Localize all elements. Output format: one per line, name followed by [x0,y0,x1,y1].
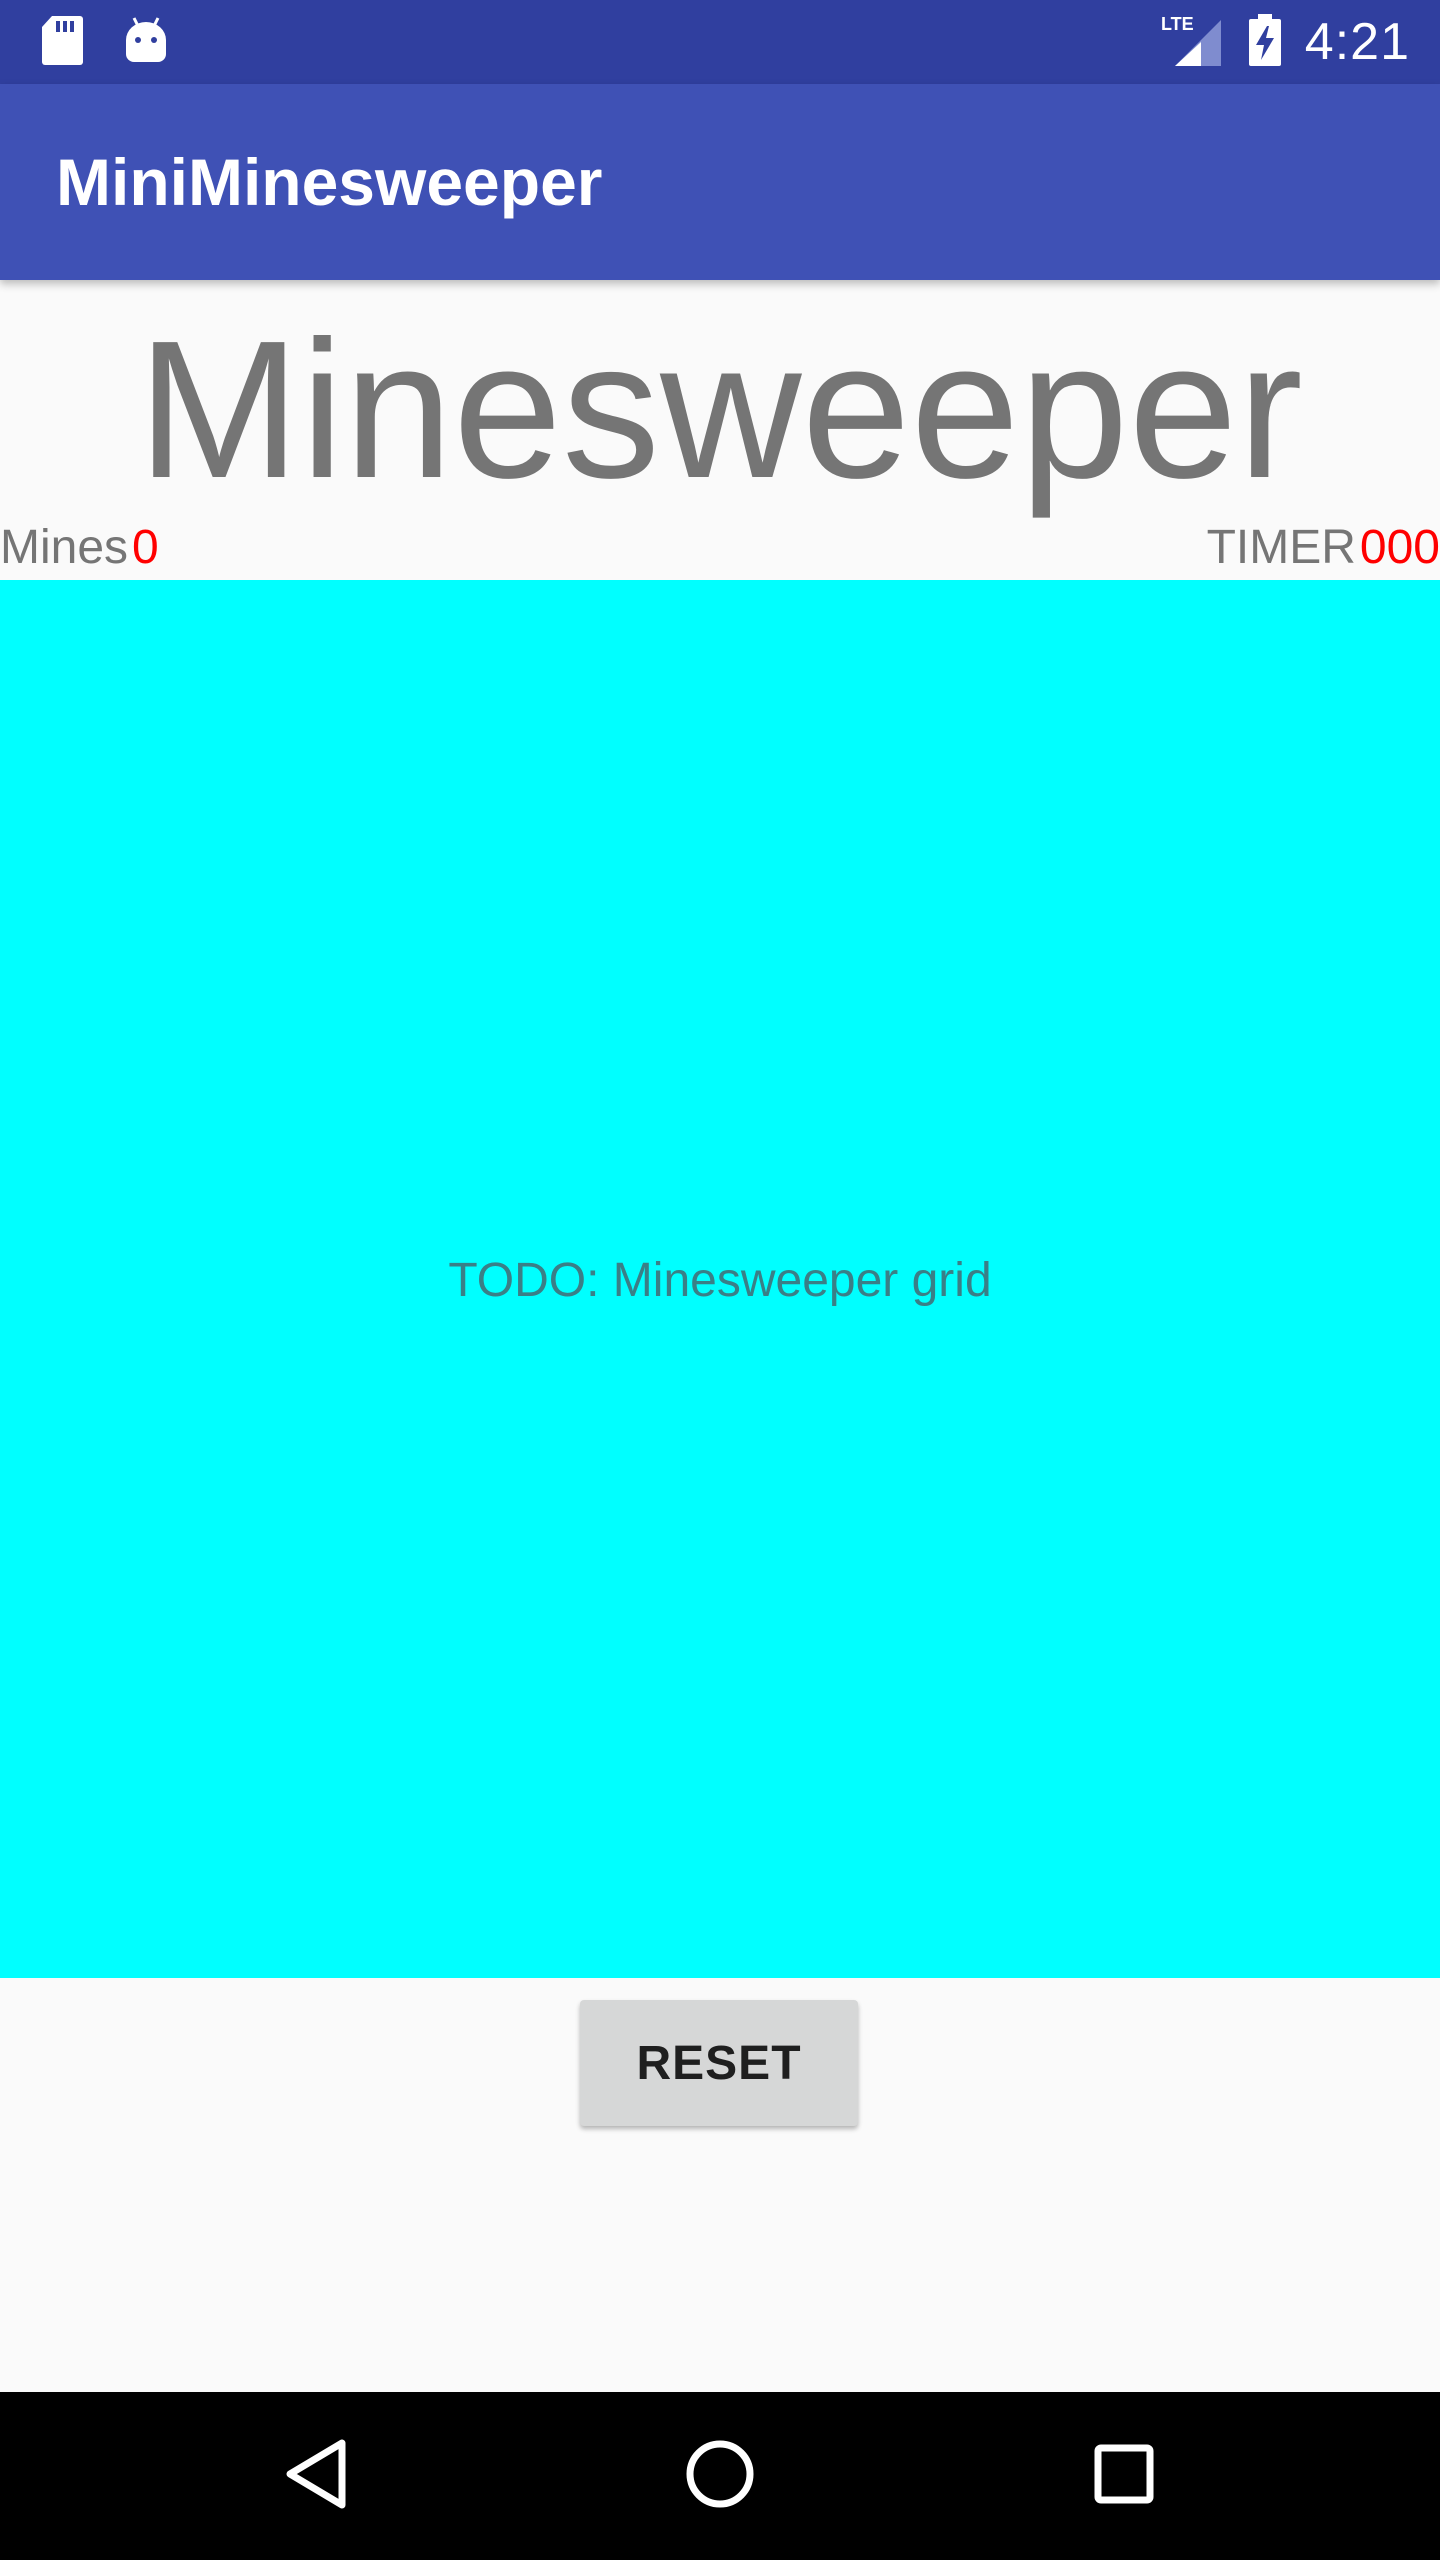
home-icon [684,2438,756,2515]
navigation-bar [0,2392,1440,2560]
battery-charging-icon [1247,12,1283,73]
timer-value: 000 [1359,521,1440,574]
sd-card-icon [40,14,84,71]
status-left-icons [40,14,168,70]
android-icon [124,16,168,69]
status-bar: LTE 4:21 [0,0,1440,84]
stats-row: Mines0 TIMER000 [0,516,1440,580]
app-title: MiniMinesweeper [56,145,603,219]
signal-icon: LTE [1161,12,1225,73]
status-time: 4:21 [1304,13,1410,71]
mines-counter: Mines0 [0,516,159,580]
reset-button[interactable]: RESET [580,2000,858,2126]
app-bar: MiniMinesweeper [0,84,1440,280]
recents-icon [1092,2442,1156,2511]
mines-value: 0 [132,521,159,574]
network-type-label: LTE [1161,14,1194,34]
back-icon [282,2437,350,2516]
home-button[interactable] [620,2392,820,2560]
screen: LTE 4:21 MiniMinesweeper Minesweeper Min… [0,0,1440,2560]
grid-placeholder-text: TODO: Minesweeper grid [448,1253,992,1307]
timer-label: TIMER [1206,521,1356,574]
game-title: Minesweeper [137,300,1303,519]
minesweeper-grid[interactable]: TODO: Minesweeper grid [0,580,1440,1978]
timer-counter: TIMER000 [1207,516,1440,580]
status-right-icons: LTE 4:21 [1161,0,1410,84]
back-button[interactable] [216,2392,416,2560]
recents-button[interactable] [1024,2392,1224,2560]
mines-label: Mines [0,521,129,574]
